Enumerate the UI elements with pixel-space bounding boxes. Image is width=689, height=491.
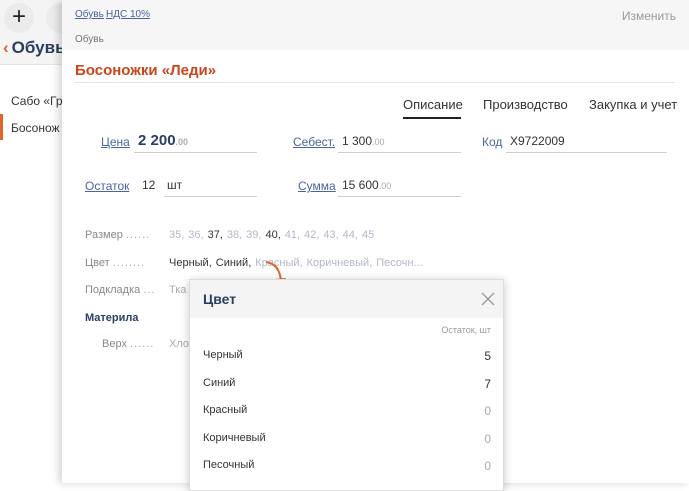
stock-unit: шт: [167, 178, 183, 192]
popup-row-name[interactable]: Черный: [203, 349, 243, 361]
breadcrumb-category[interactable]: Обувь: [75, 9, 104, 20]
tab-production[interactable]: Производство: [483, 97, 568, 112]
close-icon[interactable]: [481, 292, 495, 306]
size-chip[interactable]: 39,: [246, 229, 261, 241]
code-underline: [506, 152, 667, 153]
color-chip[interactable]: Коричневый,: [307, 257, 373, 269]
size-chip[interactable]: 44,: [343, 229, 358, 241]
breadcrumb-tax[interactable]: НДС 10%: [106, 9, 150, 20]
cost-label[interactable]: Себест.: [293, 135, 335, 149]
lining-value[interactable]: Тка: [169, 284, 186, 296]
add-button[interactable]: +: [4, 3, 34, 33]
size-chip[interactable]: 41,: [285, 229, 300, 241]
popup-row-name[interactable]: Красный: [203, 404, 247, 416]
code-value[interactable]: X9722009: [510, 134, 565, 148]
color-label: Цвет ........: [85, 257, 146, 269]
size-chip[interactable]: 37,: [208, 229, 223, 241]
list-item-active[interactable]: Босонож: [11, 121, 60, 135]
popup-row-qty: 7: [484, 376, 491, 391]
size-chip[interactable]: 45: [362, 229, 374, 241]
back-link[interactable]: ‹ Обувь: [3, 38, 66, 58]
lining-label: Подкладка ...: [85, 284, 156, 296]
list-item[interactable]: Сабо «Гр: [11, 94, 63, 108]
color-stock-popup: Цвет Остаток, шт Черный 5 Синий 7 Красный 0 Ко…: [189, 279, 504, 491]
color-chip[interactable]: Черный,: [169, 257, 212, 269]
sum-underline: [338, 196, 461, 197]
stock-label[interactable]: Остаток: [85, 179, 129, 193]
upper-value[interactable]: Хло: [169, 338, 189, 350]
plus-icon: +: [11, 3, 26, 30]
upper-label: Верх ......: [102, 338, 155, 350]
size-chip[interactable]: 40,: [265, 229, 280, 241]
page-title: Босоножки «Леди»: [75, 62, 217, 79]
card-top-bar: [62, 0, 689, 50]
popup-header: [190, 280, 503, 318]
tab-active-indicator: [403, 117, 461, 119]
size-chip[interactable]: 36,: [188, 229, 203, 241]
back-label: Обувь: [11, 38, 66, 57]
size-chip[interactable]: 43,: [323, 229, 338, 241]
chevron-left-icon: ‹: [3, 38, 9, 57]
popup-row-name[interactable]: Песочный: [203, 459, 254, 471]
color-values: Черный, Синий, Красный, Коричневый, Песочн..…: [169, 257, 427, 269]
size-chip[interactable]: 35,: [169, 229, 184, 241]
size-chip[interactable]: 42,: [304, 229, 319, 241]
popup-row-name[interactable]: Коричневый: [203, 432, 266, 444]
code-label: Код: [482, 135, 503, 149]
size-chip[interactable]: 38,: [227, 229, 242, 241]
active-marker: [0, 114, 3, 140]
card-subtitle: Обувь: [75, 34, 104, 45]
cost-underline: [338, 152, 461, 153]
title-divider: [75, 82, 675, 83]
popup-row-name[interactable]: Синий: [203, 377, 235, 389]
popup-title: Цвет: [203, 291, 237, 307]
tab-description[interactable]: Описание: [403, 97, 463, 112]
stock-underline: [164, 196, 257, 197]
size-values: 35, 36, 37, 38, 39, 40, 41, 42, 43, 44, 45: [169, 229, 378, 241]
sum-label[interactable]: Сумма: [298, 179, 336, 193]
stock-column-header: Остаток, шт: [441, 325, 491, 335]
price-label[interactable]: Цена: [101, 135, 130, 149]
size-label: Размер ......: [85, 229, 151, 241]
cost-value: 1 300.00: [342, 134, 385, 148]
popup-row-qty: 5: [484, 349, 491, 363]
stock-value[interactable]: 12: [142, 178, 155, 192]
popup-row-qty: 0: [484, 431, 491, 446]
sum-value: 15 600.00: [342, 178, 392, 192]
color-chip[interactable]: Песочн...: [376, 257, 423, 269]
edit-button[interactable]: Изменить: [622, 9, 676, 23]
popup-row-qty: 0: [484, 404, 491, 418]
tab-purchase[interactable]: Закупка и учет: [589, 97, 677, 112]
color-chip[interactable]: Синий,: [216, 257, 252, 269]
popup-row-qty: 0: [484, 459, 491, 473]
material-heading: Материла: [85, 312, 139, 324]
price-value[interactable]: 2 200.00: [138, 132, 188, 149]
price-underline: [134, 152, 257, 153]
